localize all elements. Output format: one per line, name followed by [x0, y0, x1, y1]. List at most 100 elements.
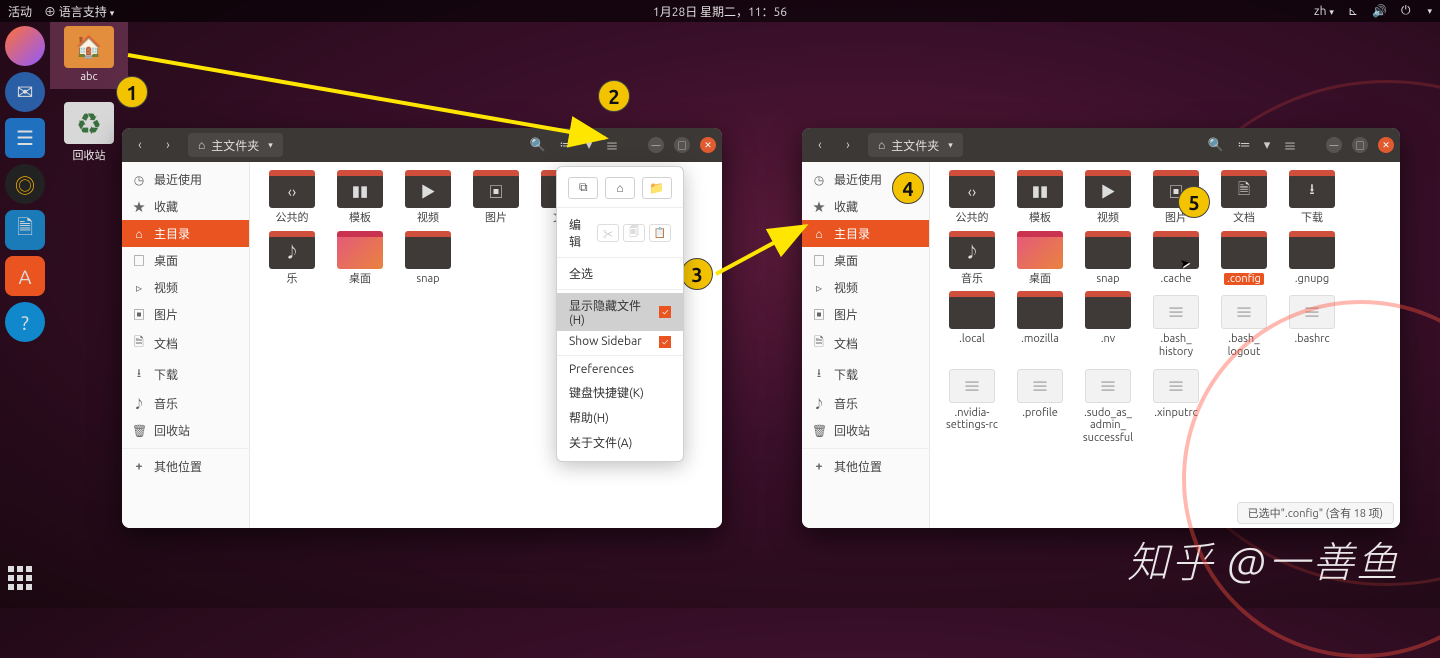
search-button[interactable]: 🔍: [1204, 133, 1228, 157]
copy-button[interactable]: 🗐: [623, 224, 645, 242]
window-minimize-button[interactable]: —: [648, 137, 664, 153]
sidebar-item[interactable]: 🗎文档: [802, 328, 929, 359]
file-item[interactable]: .config: [1210, 235, 1278, 286]
clock[interactable]: 1月28日 星期二，11：56: [653, 3, 787, 20]
window-maximize-button[interactable]: □: [1352, 137, 1368, 153]
sidebar-item[interactable]: 🗑回收站: [122, 417, 249, 444]
sidebar-item[interactable]: ▹视频: [802, 274, 929, 301]
nav-back-button[interactable]: ‹: [128, 133, 152, 157]
file-item[interactable]: .gnupg: [1278, 235, 1346, 286]
sidebar-item[interactable]: ▣图片: [802, 301, 929, 328]
firefox-icon[interactable]: [5, 26, 45, 66]
sidebar-item[interactable]: □桌面: [802, 247, 929, 274]
file-item[interactable]: 桌面: [326, 235, 394, 286]
file-item[interactable]: ‹›公共的: [258, 174, 326, 225]
apps-grid-button[interactable]: [8, 566, 38, 596]
sidebar-item[interactable]: ▹视频: [122, 274, 249, 301]
file-item[interactable]: snap: [394, 235, 462, 286]
file-item[interactable]: ⭳下载: [1278, 174, 1346, 225]
activities-button[interactable]: 活动: [8, 3, 32, 20]
file-item[interactable]: .local: [938, 295, 1006, 358]
file-item[interactable]: 桌面: [1006, 235, 1074, 286]
volume-icon[interactable]: 🔊: [1372, 4, 1387, 18]
file-item[interactable]: ▶视频: [394, 174, 462, 225]
todo-icon[interactable]: ☰: [5, 118, 45, 158]
file-item[interactable]: .cache: [1142, 235, 1210, 286]
path-bar[interactable]: ⌂ 主文件夹 ▾: [868, 133, 963, 157]
new-tab-button[interactable]: ⧉: [568, 177, 598, 199]
sidebar-item[interactable]: ⭳下载: [802, 359, 929, 390]
file-item[interactable]: .sudo_as_ admin_ successful: [1074, 369, 1142, 445]
system-menu-caret[interactable]: ▾: [1427, 6, 1432, 17]
help-icon[interactable]: ?: [5, 302, 45, 342]
view-menu-caret[interactable]: ▾: [1260, 133, 1274, 157]
nav-back-button[interactable]: ‹: [808, 133, 832, 157]
view-list-button[interactable]: ≔: [1232, 133, 1256, 157]
hamburger-menu-button[interactable]: ≡: [600, 133, 624, 157]
select-all-item[interactable]: 全选: [557, 261, 683, 286]
file-item[interactable]: ▶视频: [1074, 174, 1142, 225]
file-list[interactable]: ‹›公共的▮▮模板▶视频▣图片🗎文档⭳下载♪音乐桌面snap.cache.con…: [930, 162, 1400, 528]
show-hidden-files-item[interactable]: 显示隐藏文件(H)✓: [557, 293, 683, 331]
window-close-button[interactable]: ✕: [700, 137, 716, 153]
sidebar-item[interactable]: ⌂主目录: [122, 220, 249, 247]
sidebar-item[interactable]: ★收藏: [122, 193, 249, 220]
file-item[interactable]: .bashrc: [1278, 295, 1346, 358]
file-item[interactable]: .nvidia- settings-rc: [938, 369, 1006, 445]
file-item[interactable]: .xinputrc: [1142, 369, 1210, 445]
rhythmbox-icon[interactable]: ◎: [5, 164, 45, 204]
sidebar-item[interactable]: ♪音乐: [802, 390, 929, 417]
file-item[interactable]: 🗎文档: [1210, 174, 1278, 225]
nav-forward-button[interactable]: ›: [156, 133, 180, 157]
cut-button[interactable]: ✂: [597, 224, 619, 242]
window-maximize-button[interactable]: □: [674, 137, 690, 153]
preferences-item[interactable]: Preferences: [557, 359, 683, 380]
file-item[interactable]: snap: [1074, 235, 1142, 286]
thunderbird-icon[interactable]: ✉: [5, 72, 45, 112]
sidebar-item[interactable]: +其他位置: [802, 453, 929, 480]
file-item[interactable]: ▣图片: [462, 174, 530, 225]
view-menu-caret[interactable]: ▾: [582, 133, 596, 157]
sidebar-item[interactable]: □桌面: [122, 247, 249, 274]
file-list[interactable]: ‹›公共的▮▮模板▶视频▣图片🗎文档⭳下载♪乐桌面snap ⧉ ⌂ 📁 编辑 ✂…: [250, 162, 722, 528]
sidebar-item[interactable]: ♪音乐: [122, 390, 249, 417]
window-close-button[interactable]: ✕: [1378, 137, 1394, 153]
input-method-indicator[interactable]: zh▾: [1314, 5, 1334, 18]
app-menu[interactable]: ⊕ 语言支持▾: [44, 3, 114, 20]
path-bar[interactable]: ⌂ 主文件夹 ▾: [188, 133, 283, 157]
sidebar-item[interactable]: ◷最近使用: [122, 166, 249, 193]
network-icon[interactable]: ⊾: [1348, 4, 1358, 18]
writer-icon[interactable]: 🗎: [5, 210, 45, 250]
desktop-folder-abc[interactable]: 🏠 abc: [50, 22, 128, 89]
file-item[interactable]: .profile: [1006, 369, 1074, 445]
new-folder-button[interactable]: 📁: [642, 177, 672, 199]
help-item[interactable]: 帮助(H): [557, 405, 683, 430]
search-button[interactable]: 🔍: [526, 133, 550, 157]
keyboard-shortcuts-item[interactable]: 键盘快捷键(K): [557, 380, 683, 405]
paste-button[interactable]: 📋: [649, 224, 671, 242]
sidebar-item[interactable]: ⭳下载: [122, 359, 249, 390]
file-item[interactable]: ‹›公共的: [938, 174, 1006, 225]
power-icon[interactable]: ⏻: [1401, 4, 1411, 18]
file-item[interactable]: .nv: [1074, 295, 1142, 358]
file-item[interactable]: ♪音乐: [938, 235, 1006, 286]
show-sidebar-item[interactable]: Show Sidebar✓: [557, 331, 683, 352]
desktop-trash[interactable]: ♻ 回收站: [50, 102, 128, 163]
window-minimize-button[interactable]: —: [1326, 137, 1342, 153]
file-item[interactable]: .bash_ logout: [1210, 295, 1278, 358]
sidebar-item[interactable]: 🗑回收站: [802, 417, 929, 444]
sidebar-item[interactable]: ⌂主目录: [802, 220, 929, 247]
file-item[interactable]: .bash_ history: [1142, 295, 1210, 358]
view-list-button[interactable]: ≔: [554, 133, 578, 157]
nav-forward-button[interactable]: ›: [836, 133, 860, 157]
file-item[interactable]: .mozilla: [1006, 295, 1074, 358]
sidebar-item[interactable]: +其他位置: [122, 453, 249, 480]
sidebar-item[interactable]: 🗎文档: [122, 328, 249, 359]
new-window-button[interactable]: ⌂: [605, 177, 635, 199]
about-files-item[interactable]: 关于文件(A): [557, 430, 683, 455]
file-item[interactable]: ♪乐: [258, 235, 326, 286]
software-store-icon[interactable]: A: [5, 256, 45, 296]
sidebar-item[interactable]: ▣图片: [122, 301, 249, 328]
hamburger-menu-button[interactable]: ≡: [1278, 133, 1302, 157]
file-item[interactable]: ▮▮模板: [1006, 174, 1074, 225]
